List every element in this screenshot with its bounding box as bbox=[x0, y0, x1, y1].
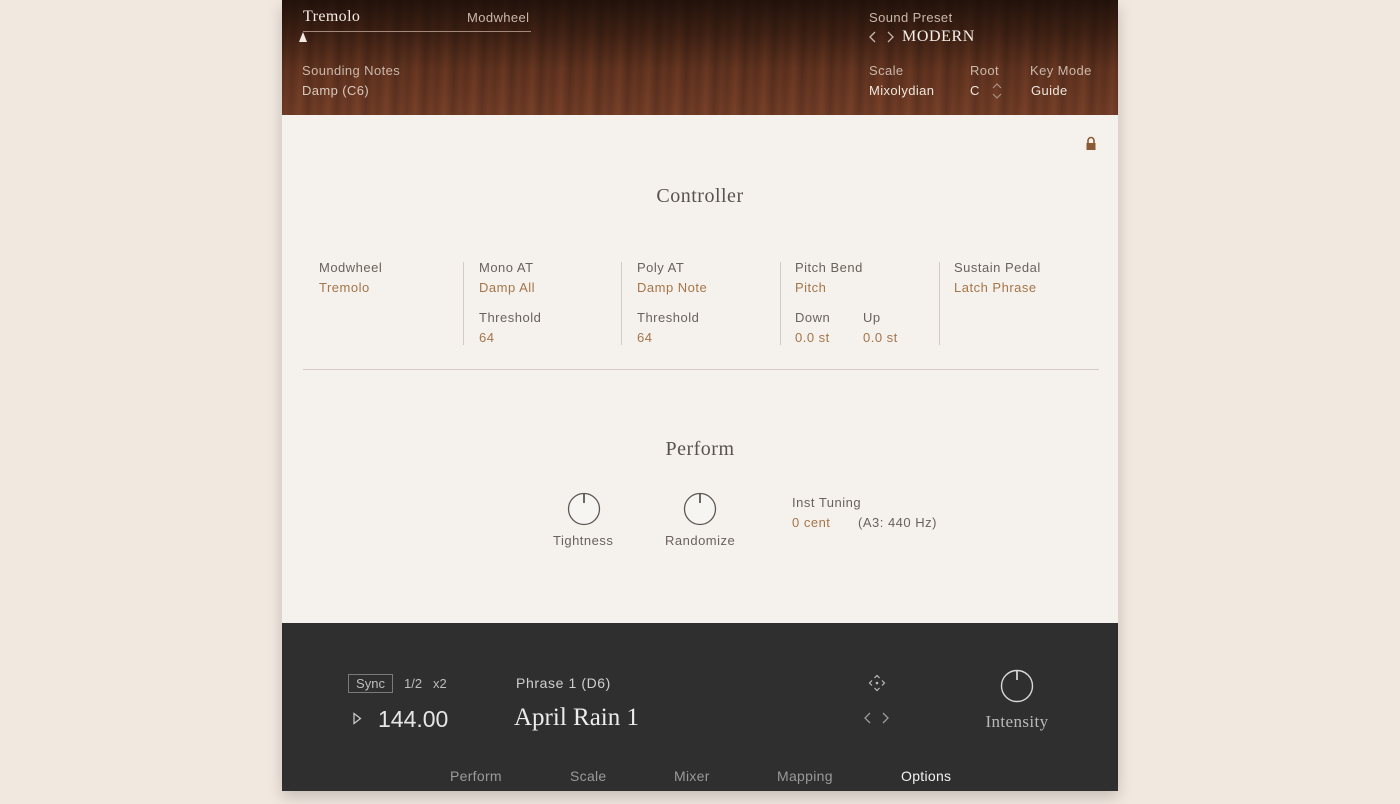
poly-at-label: Poly AT bbox=[637, 260, 685, 275]
tab-options[interactable]: Options bbox=[901, 768, 951, 784]
sustain-pedal-label: Sustain Pedal bbox=[954, 260, 1041, 275]
sounding-notes-label: Sounding Notes bbox=[302, 63, 401, 78]
mono-at-label: Mono AT bbox=[479, 260, 534, 275]
intensity-knob-icon[interactable] bbox=[1000, 669, 1034, 703]
tab-mapping[interactable]: Mapping bbox=[777, 768, 833, 784]
pitch-bend-up-label: Up bbox=[863, 310, 881, 325]
poly-at-threshold-label: Threshold bbox=[637, 310, 700, 325]
intensity-label: Intensity bbox=[985, 712, 1049, 731]
column-divider bbox=[939, 262, 940, 345]
scale-dropdown[interactable]: Mixolydian bbox=[869, 83, 934, 98]
mono-at-value[interactable]: Damp All bbox=[479, 280, 535, 295]
double-tempo-button[interactable]: x2 bbox=[433, 676, 447, 691]
column-divider bbox=[780, 262, 781, 345]
perform-title: Perform bbox=[665, 438, 735, 460]
key-mode-dropdown[interactable]: Guide bbox=[1031, 83, 1068, 98]
key-mode-label: Key Mode bbox=[1030, 63, 1092, 78]
transport-footer: Sync 1/2 x2 144.00 Phrase 1 (D6) April R… bbox=[282, 623, 1118, 791]
tempo-value[interactable]: 144.00 bbox=[378, 706, 448, 733]
tightness-label: Tightness bbox=[553, 533, 614, 548]
tightness-knob-icon[interactable] bbox=[567, 492, 601, 526]
inst-tuning-label: Inst Tuning bbox=[792, 495, 862, 510]
pitch-bend-down-value[interactable]: 0.0 st bbox=[795, 330, 830, 345]
chevron-left-icon[interactable] bbox=[867, 30, 879, 44]
pitch-bend-label: Pitch Bend bbox=[795, 260, 863, 275]
header-bar: Tremolo Modwheel Sounding Notes Damp (C6… bbox=[282, 0, 1118, 115]
column-divider bbox=[621, 262, 622, 345]
randomize-label: Randomize bbox=[665, 533, 736, 548]
phrase-label: Phrase 1 (D6) bbox=[516, 675, 611, 691]
sync-button[interactable]: Sync bbox=[348, 674, 393, 693]
mono-at-threshold-label: Threshold bbox=[479, 310, 542, 325]
scale-label: Scale bbox=[869, 63, 904, 78]
macro-source-label[interactable]: Modwheel bbox=[467, 10, 529, 25]
pitch-bend-up-value[interactable]: 0.0 st bbox=[863, 330, 898, 345]
macro-name[interactable]: Tremolo bbox=[303, 8, 360, 26]
sound-preset-label: Sound Preset bbox=[869, 10, 953, 25]
phrase-name[interactable]: April Rain 1 bbox=[514, 704, 639, 732]
tab-scale[interactable]: Scale bbox=[570, 768, 607, 784]
section-divider bbox=[303, 369, 1099, 370]
pitch-bend-value[interactable]: Pitch bbox=[795, 280, 826, 295]
chevron-right-icon[interactable] bbox=[879, 711, 891, 725]
inst-tuning-value[interactable]: 0 cent bbox=[792, 515, 830, 530]
play-icon[interactable] bbox=[352, 712, 362, 725]
lock-icon[interactable] bbox=[1085, 136, 1097, 151]
mono-at-threshold-value[interactable]: 64 bbox=[479, 330, 494, 345]
tab-perform[interactable]: Perform bbox=[450, 768, 502, 784]
poly-at-threshold-value[interactable]: 64 bbox=[637, 330, 652, 345]
macro-slider-track[interactable] bbox=[303, 31, 531, 32]
root-value[interactable]: C bbox=[970, 83, 980, 98]
sustain-pedal-value[interactable]: Latch Phrase bbox=[954, 280, 1037, 295]
modwheel-label: Modwheel bbox=[319, 260, 383, 275]
poly-at-value[interactable]: Damp Note bbox=[637, 280, 707, 295]
half-tempo-button[interactable]: 1/2 bbox=[404, 676, 422, 691]
chevron-left-icon[interactable] bbox=[862, 711, 874, 725]
sound-preset-value[interactable]: MODERN bbox=[902, 28, 975, 46]
chevron-right-icon[interactable] bbox=[884, 30, 896, 44]
root-label: Root bbox=[970, 63, 1000, 78]
instrument-panel: Tremolo Modwheel Sounding Notes Damp (C6… bbox=[282, 0, 1118, 791]
pitch-bend-down-label: Down bbox=[795, 310, 831, 325]
sounding-notes-value[interactable]: Damp (C6) bbox=[302, 83, 369, 98]
triangle-slider-icon[interactable] bbox=[298, 31, 308, 43]
controller-title: Controller bbox=[656, 185, 744, 207]
up-down-stepper-icon[interactable] bbox=[991, 80, 1003, 102]
inst-tuning-reference: (A3: 440 Hz) bbox=[858, 515, 937, 530]
move-icon[interactable] bbox=[868, 674, 886, 692]
randomize-knob-icon[interactable] bbox=[683, 492, 717, 526]
column-divider bbox=[463, 262, 464, 345]
tab-mixer[interactable]: Mixer bbox=[674, 768, 710, 784]
modwheel-value[interactable]: Tremolo bbox=[319, 280, 370, 295]
